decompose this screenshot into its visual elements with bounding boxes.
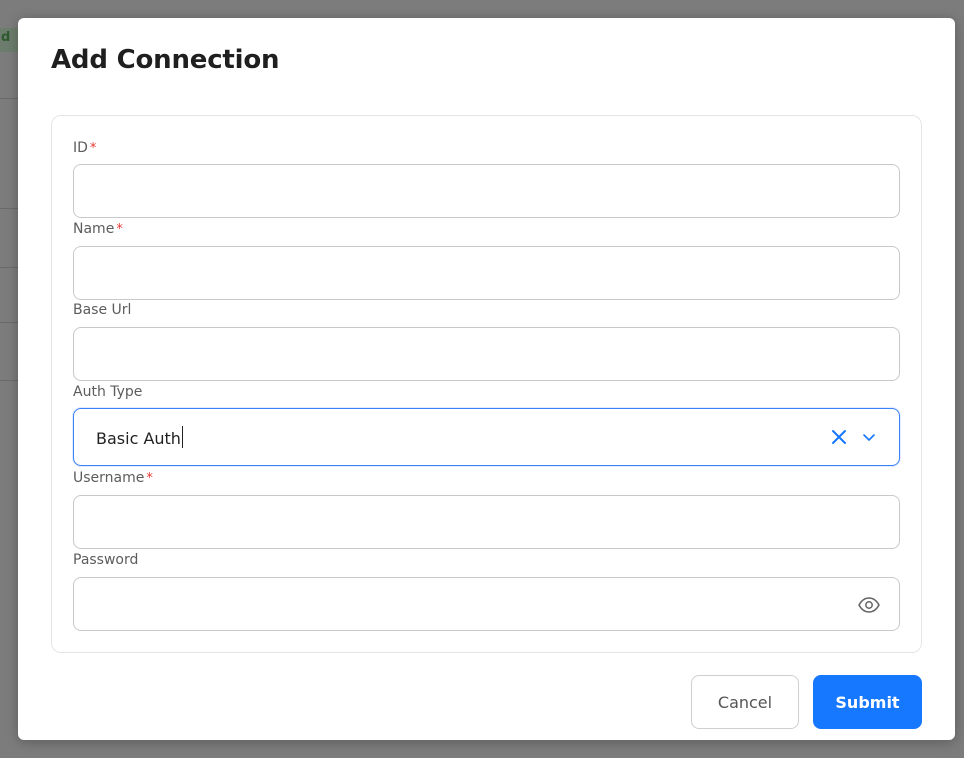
required-marker: * — [146, 471, 153, 486]
name-label-text: Name — [73, 221, 115, 237]
base-url-label: Base Url — [73, 302, 132, 318]
background-divider — [0, 98, 20, 99]
id-label-text: ID — [73, 140, 88, 156]
submit-button[interactable]: Submit — [813, 675, 922, 729]
id-input[interactable] — [73, 164, 900, 218]
base-url-input[interactable] — [73, 327, 900, 381]
auth-type-value: Basic Auth — [96, 426, 183, 448]
close-icon[interactable] — [829, 427, 849, 447]
name-label: Name * — [73, 221, 123, 237]
background-divider — [0, 208, 20, 209]
background-divider — [0, 380, 20, 381]
chevron-down-icon[interactable] — [861, 429, 877, 445]
auth-type-select[interactable]: Basic Auth — [73, 408, 900, 466]
auth-type-label: Auth Type — [73, 384, 143, 400]
add-connection-dialog: Add Connection ID * Name * Base Url Auth T… — [18, 18, 955, 740]
required-marker: * — [89, 141, 97, 156]
connection-form: ID * Name * Base Url Auth Type Basic Auth — [51, 115, 922, 653]
dialog-title: Add Connection — [51, 45, 280, 75]
background-divider — [0, 267, 20, 268]
id-label: ID * — [73, 140, 96, 156]
password-input[interactable] — [73, 577, 900, 631]
name-input[interactable] — [73, 246, 900, 300]
password-label: Password — [73, 552, 139, 568]
background-badge-text: d — [1, 30, 11, 45]
cancel-button[interactable]: Cancel — [691, 675, 799, 729]
auth-type-value-text: Basic Auth — [96, 429, 181, 448]
username-label-text: Username — [73, 470, 145, 486]
background-divider — [0, 322, 20, 323]
text-caret — [181, 426, 183, 448]
username-label: Username * — [73, 470, 153, 486]
required-marker: * — [116, 222, 123, 237]
eye-icon[interactable] — [857, 595, 881, 615]
username-input[interactable] — [73, 495, 900, 549]
